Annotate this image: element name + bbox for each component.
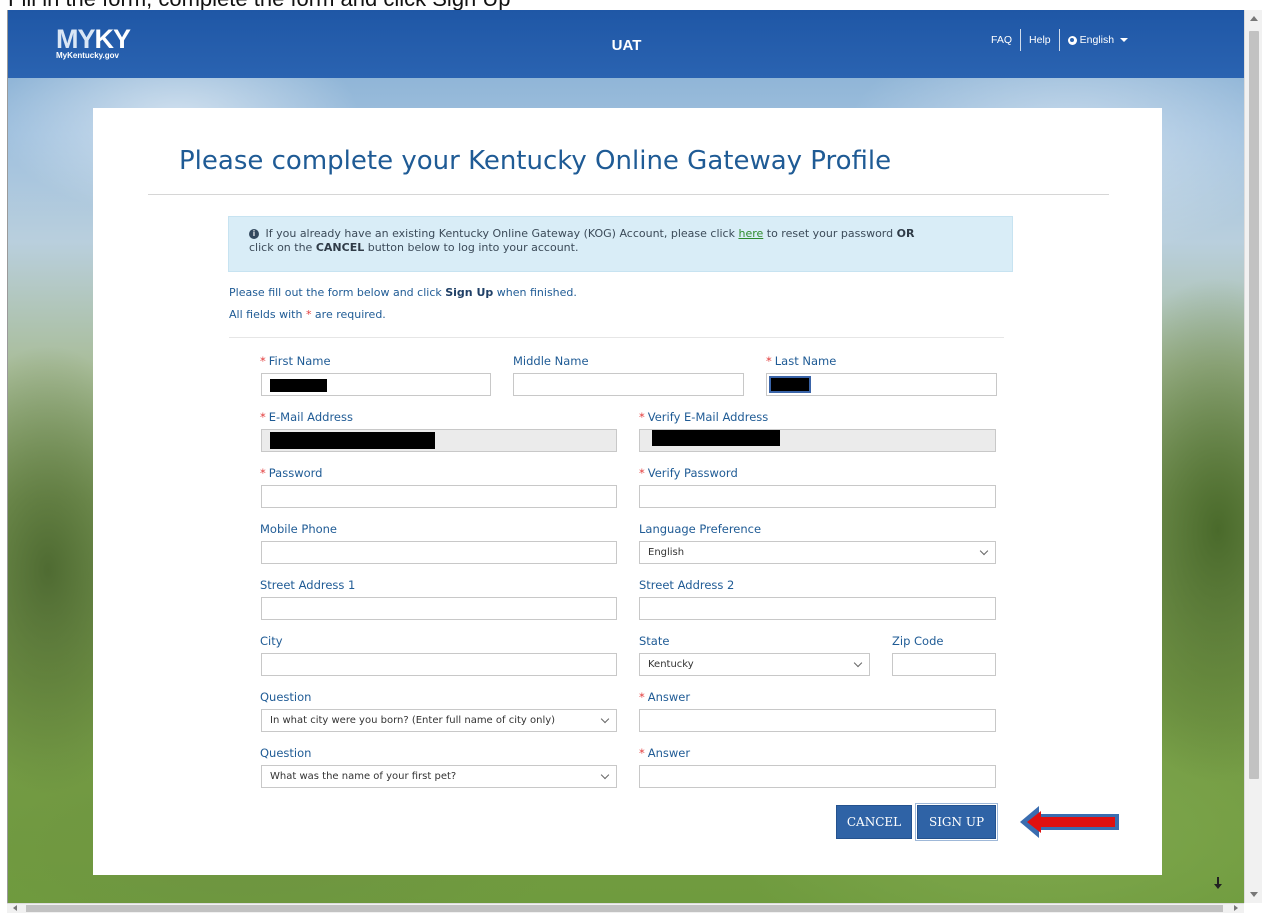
zip-code-label: Zip Code [892, 634, 944, 648]
first-name-label: * First Name [260, 354, 331, 368]
verify-email-field[interactable] [639, 429, 996, 452]
redaction-box [270, 379, 327, 392]
answer-2-field[interactable] [639, 765, 996, 788]
language-dropdown[interactable]: English [1060, 34, 1136, 46]
chevron-down-icon [979, 546, 989, 556]
answer-2-label: * Answer [639, 746, 691, 760]
question-2-select[interactable]: What was the name of your first pet? [261, 765, 617, 788]
password-field[interactable] [261, 485, 617, 508]
street-address-2-field[interactable] [639, 597, 996, 620]
browser-viewport: MYKY MyKentucky.gov UAT FAQ Help English… [7, 10, 1245, 903]
state-select[interactable]: Kentucky [639, 653, 870, 676]
email-label: * E-Mail Address [260, 410, 353, 424]
redaction-box [769, 376, 811, 393]
scroll-up-icon[interactable] [1250, 16, 1258, 21]
caret-down-icon [1120, 38, 1129, 42]
vertical-scrollbar[interactable] [1244, 10, 1262, 903]
annotation-arrow-icon [1020, 806, 1119, 838]
globe-icon [1067, 35, 1077, 45]
redaction-box [270, 432, 435, 449]
caption-text: Fill in the form, complete the form and … [8, 0, 511, 10]
top-navbar: MYKY MyKentucky.gov UAT FAQ Help English [8, 10, 1245, 78]
verify-email-label: * Verify E-Mail Address [639, 410, 769, 424]
form-instruction: Please fill out the form below and click… [229, 286, 577, 299]
street-address-1-label: Street Address 1 [260, 578, 356, 592]
city-field[interactable] [261, 653, 617, 676]
middle-name-label: Middle Name [513, 354, 589, 368]
state-label: State [639, 634, 670, 648]
chevron-down-icon [600, 714, 610, 724]
reset-password-link[interactable]: here [738, 227, 763, 240]
info-icon: i [249, 229, 259, 239]
scroll-down-icon[interactable] [1250, 892, 1258, 897]
top-links: FAQ Help English [983, 28, 1136, 52]
scrollbar-thumb[interactable] [26, 905, 1223, 912]
question-1-label: Question [260, 690, 312, 704]
mobile-phone-field[interactable] [261, 541, 617, 564]
form-divider [229, 337, 1004, 338]
street-address-2-label: Street Address 2 [639, 578, 735, 592]
mobile-phone-label: Mobile Phone [260, 522, 338, 536]
answer-1-label: * Answer [639, 690, 691, 704]
zip-code-field[interactable] [892, 653, 996, 676]
email-field[interactable] [261, 429, 617, 452]
last-name-label: * Last Name [766, 354, 837, 368]
faq-link[interactable]: FAQ [983, 34, 1020, 46]
language-label: English [1079, 34, 1115, 46]
chevron-down-icon [600, 770, 610, 780]
profile-card: Please complete your Kentucky Online Gat… [93, 108, 1162, 875]
top-caption: Fill in the form, complete the form and … [0, 0, 1262, 10]
language-select[interactable]: English [639, 541, 996, 564]
required-note: All fields with * are required. [229, 308, 386, 321]
question-2-label: Question [260, 746, 312, 760]
middle-name-field[interactable] [513, 373, 744, 396]
last-name-field[interactable] [766, 373, 997, 396]
language-preference-label: Language Preference [639, 522, 762, 536]
street-address-1-field[interactable] [261, 597, 617, 620]
city-label: City [260, 634, 283, 648]
help-link[interactable]: Help [1021, 34, 1059, 46]
first-name-field[interactable] [261, 373, 491, 396]
password-label: * Password [260, 466, 323, 480]
sign-up-button[interactable]: SIGN UP [915, 803, 998, 841]
scroll-left-icon[interactable] [13, 905, 17, 911]
arrow-down-icon[interactable] [1213, 876, 1223, 890]
scrollbar-thumb[interactable] [1249, 31, 1259, 779]
chevron-down-icon [853, 658, 863, 668]
page-title: Please complete your Kentucky Online Gat… [179, 146, 892, 176]
scroll-right-icon[interactable] [1234, 905, 1238, 911]
question-1-select[interactable]: In what city were you born? (Enter full … [261, 709, 617, 732]
answer-1-field[interactable] [639, 709, 996, 732]
info-alert: i If you already have an existing Kentuc… [228, 216, 1013, 272]
verify-password-field[interactable] [639, 485, 996, 508]
verify-password-label: * Verify Password [639, 466, 738, 480]
cancel-button[interactable]: CANCEL [836, 805, 912, 839]
redaction-box [652, 430, 780, 446]
title-divider [148, 194, 1109, 195]
